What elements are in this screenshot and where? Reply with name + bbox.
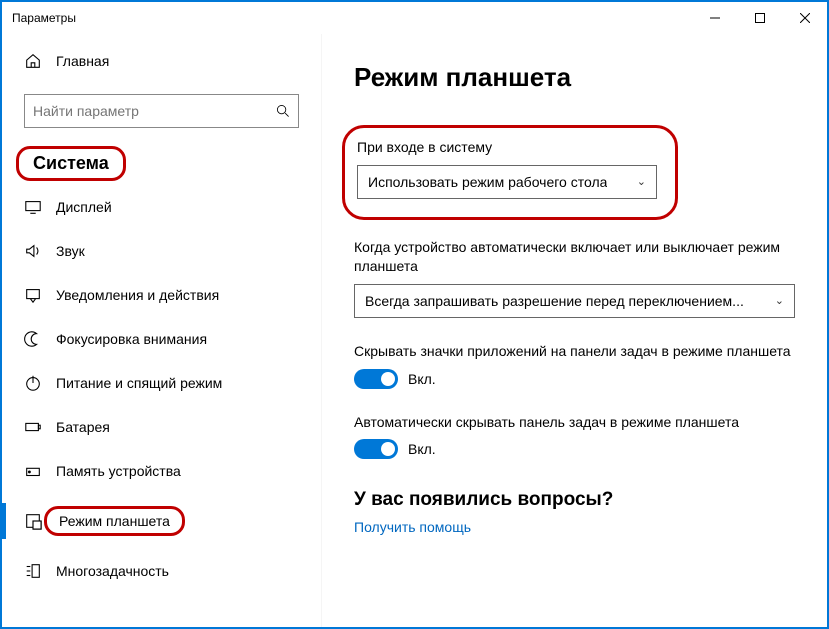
home-label: Главная xyxy=(56,53,109,69)
sidebar-item-label: Фокусировка внимания xyxy=(56,331,207,347)
signin-mode-label: При входе в систему xyxy=(357,138,657,157)
sidebar-item-label: Уведомления и действия xyxy=(56,287,219,303)
battery-icon xyxy=(24,418,42,436)
auto-switch-select[interactable]: Всегда запрашивать разрешение перед пере… xyxy=(354,284,795,318)
sidebar-item-display[interactable]: Дисплей xyxy=(2,185,321,229)
help-heading: У вас появились вопросы? xyxy=(354,489,795,511)
sidebar-item-tablet-mode[interactable]: Режим планшета xyxy=(2,493,321,549)
sidebar-item-multitasking[interactable]: Многозадачность xyxy=(2,549,321,593)
hide-icons-label: Скрывать значки приложений на панели зад… xyxy=(354,342,795,361)
auto-hide-taskbar-toggle[interactable] xyxy=(354,439,398,459)
titlebar: Параметры xyxy=(2,2,827,34)
search-input[interactable] xyxy=(24,94,299,128)
auto-switch-label: Когда устройство автоматически включает … xyxy=(354,238,795,276)
minimize-button[interactable] xyxy=(692,2,737,34)
sidebar-item-label: Память устройства xyxy=(56,463,181,479)
chevron-down-icon: ⌄ xyxy=(775,294,784,307)
sidebar-item-label: Режим планшета xyxy=(44,506,185,536)
get-help-link[interactable]: Получить помощь xyxy=(354,519,795,535)
home-icon xyxy=(24,52,42,70)
focus-icon xyxy=(24,330,42,348)
signin-mode-value: Использовать режим рабочего стола xyxy=(368,174,607,190)
content-pane: Режим планшета При входе в систему Испол… xyxy=(322,34,827,627)
page-title: Режим планшета xyxy=(354,62,795,93)
home-nav[interactable]: Главная xyxy=(2,42,321,80)
sidebar-item-label: Звук xyxy=(56,243,85,259)
sidebar-item-focus[interactable]: Фокусировка внимания xyxy=(2,317,321,361)
auto-hide-taskbar-state: Вкл. xyxy=(408,441,436,457)
hide-icons-state: Вкл. xyxy=(408,371,436,387)
sidebar-item-label: Многозадачность xyxy=(56,563,169,579)
sidebar-item-label: Дисплей xyxy=(56,199,112,215)
signin-mode-select[interactable]: Использовать режим рабочего стола ⌄ xyxy=(357,165,657,199)
search-icon xyxy=(276,104,290,118)
chevron-down-icon: ⌄ xyxy=(637,175,646,188)
sidebar-item-sound[interactable]: Звук xyxy=(2,229,321,273)
search-field[interactable] xyxy=(33,103,276,119)
sidebar-item-power[interactable]: Питание и спящий режим xyxy=(2,361,321,405)
highlight-signin: При входе в систему Использовать режим р… xyxy=(342,125,678,220)
sidebar-item-label: Батарея xyxy=(56,419,110,435)
sidebar-item-label: Питание и спящий режим xyxy=(56,375,222,391)
close-button[interactable] xyxy=(782,2,827,34)
sidebar-item-storage[interactable]: Память устройства xyxy=(2,449,321,493)
power-icon xyxy=(24,374,42,392)
display-icon xyxy=(24,198,42,216)
auto-hide-taskbar-label: Автоматически скрывать панель задач в ре… xyxy=(354,413,795,432)
hide-icons-toggle[interactable] xyxy=(354,369,398,389)
storage-icon xyxy=(24,462,42,480)
sidebar-item-notifications[interactable]: Уведомления и действия xyxy=(2,273,321,317)
window-title: Параметры xyxy=(12,11,76,25)
sidebar-item-battery[interactable]: Батарея xyxy=(2,405,321,449)
notification-icon xyxy=(24,286,42,304)
sound-icon xyxy=(24,242,42,260)
maximize-button[interactable] xyxy=(737,2,782,34)
multitasking-icon xyxy=(24,562,42,580)
tablet-icon xyxy=(24,512,42,530)
section-header-system: Система xyxy=(16,146,126,181)
auto-switch-value: Всегда запрашивать разрешение перед пере… xyxy=(365,293,744,309)
sidebar: Главная Система Дисплей Звук Уведомления… xyxy=(2,34,322,627)
